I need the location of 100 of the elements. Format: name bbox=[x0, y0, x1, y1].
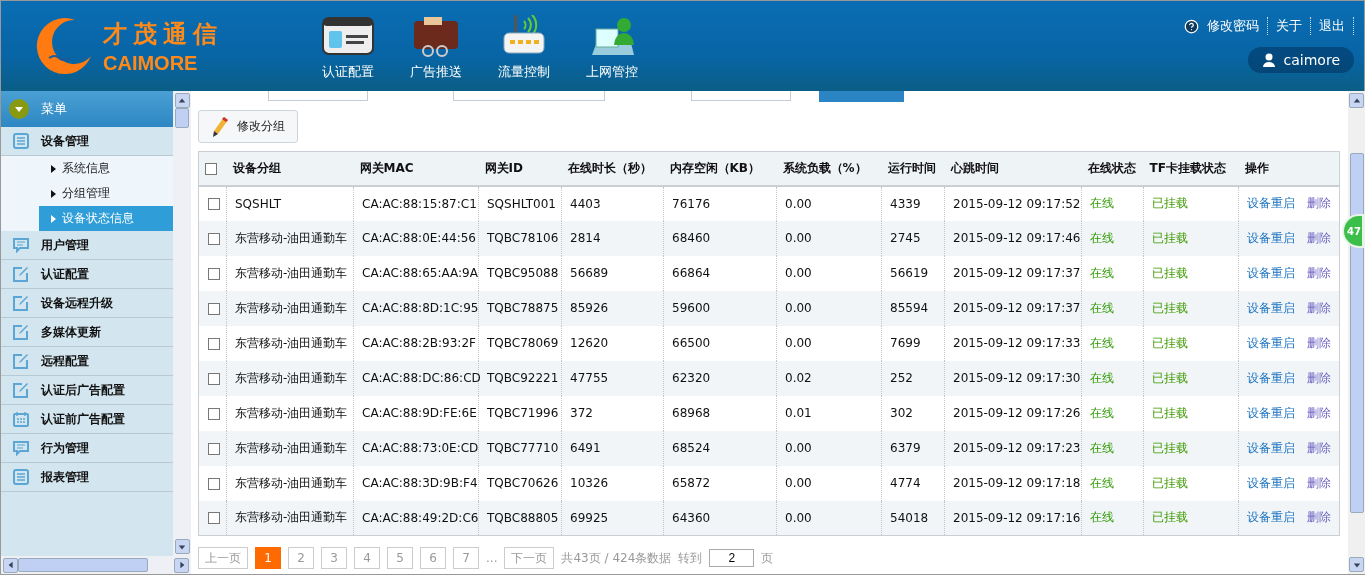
row-checkbox[interactable] bbox=[208, 337, 220, 350]
table-cell: 64360 bbox=[663, 500, 777, 536]
scroll-arrow-button[interactable] bbox=[3, 557, 18, 573]
table-cell: 2015-09-12 09:17:18 bbox=[944, 465, 1082, 501]
page-summary: 共43页 / 424条数据 bbox=[561, 549, 672, 567]
action-link[interactable]: 设备重启 bbox=[1247, 440, 1295, 455]
table-cell: 54018 bbox=[881, 500, 945, 536]
page-button[interactable]: 4 bbox=[354, 547, 380, 569]
scroll-arrow-button[interactable] bbox=[1349, 93, 1364, 108]
action-link[interactable]: 删除 bbox=[1307, 335, 1331, 350]
scrollbar[interactable] bbox=[1, 556, 191, 574]
menu-item[interactable]: 认证前广告配置 bbox=[1, 405, 173, 434]
nav-item[interactable]: 上网管控 bbox=[579, 15, 645, 91]
action-link[interactable]: 删除 bbox=[1307, 440, 1331, 455]
filter-field[interactable] bbox=[453, 91, 605, 101]
edit-group-button[interactable]: 修改分组 bbox=[198, 110, 298, 143]
action-link[interactable]: 设备重启 bbox=[1247, 196, 1295, 210]
scroll-arrow-button[interactable] bbox=[1349, 557, 1364, 572]
table-cell: TQBC78106 bbox=[478, 220, 562, 256]
nav-item[interactable]: 认证配置 bbox=[315, 15, 381, 91]
list-icon bbox=[13, 133, 29, 149]
table-cell: 在线 bbox=[1081, 395, 1144, 431]
menu-item[interactable]: 远程配置 bbox=[1, 347, 173, 376]
table-cell: 2814 bbox=[561, 220, 664, 256]
goto-page-field[interactable]: 2 bbox=[709, 549, 755, 567]
action-link[interactable]: 删除 bbox=[1307, 405, 1331, 420]
header-link[interactable]: 关于 bbox=[1268, 17, 1311, 35]
scroll-thumb[interactable] bbox=[175, 108, 189, 128]
next-page-button[interactable]: 下一页 bbox=[504, 547, 555, 569]
filter-field[interactable] bbox=[691, 91, 791, 101]
row-checkbox[interactable] bbox=[208, 512, 220, 525]
row-checkbox[interactable] bbox=[208, 372, 220, 385]
table-cell: 0.02 bbox=[776, 360, 882, 396]
menu-item[interactable]: 行为管理 bbox=[1, 434, 173, 463]
filter-field[interactable] bbox=[268, 91, 368, 101]
menu-item[interactable]: 用户管理 bbox=[1, 231, 173, 260]
scroll-arrow-button[interactable] bbox=[174, 539, 190, 554]
action-link[interactable]: 删除 bbox=[1307, 230, 1331, 245]
menu-item[interactable]: 认证后广告配置 bbox=[1, 376, 173, 405]
row-checkbox[interactable] bbox=[208, 442, 220, 455]
scrollbar[interactable] bbox=[173, 91, 191, 556]
page-button[interactable]: 5 bbox=[387, 547, 413, 569]
column-header: 操作 bbox=[1238, 151, 1340, 186]
scroll-thumb[interactable] bbox=[18, 558, 148, 572]
row-checkbox[interactable] bbox=[208, 302, 220, 315]
action-link[interactable]: 设备重启 bbox=[1247, 335, 1295, 350]
submenu-item[interactable]: 设备状态信息 bbox=[39, 206, 173, 231]
table-cell: 已挂载 bbox=[1143, 185, 1239, 221]
menu-item[interactable]: 设备远程升级 bbox=[1, 289, 173, 318]
page-button[interactable]: 3 bbox=[321, 547, 347, 569]
menu-item[interactable]: 多媒体更新 bbox=[1, 318, 173, 347]
row-checkbox[interactable] bbox=[208, 267, 220, 280]
scrollbar[interactable] bbox=[1348, 91, 1365, 574]
page-button[interactable]: 7 bbox=[453, 547, 479, 569]
table-cell: 0.00 bbox=[776, 255, 882, 291]
triangle-icon bbox=[6, 561, 15, 569]
submenu-item[interactable]: 分组管理 bbox=[39, 181, 173, 206]
chat-icon bbox=[13, 237, 29, 253]
table-cell: 0.00 bbox=[776, 325, 882, 361]
action-link[interactable]: 设备重启 bbox=[1247, 300, 1295, 315]
submenu-item[interactable]: 系统信息 bbox=[39, 156, 173, 181]
menu-item[interactable]: 认证配置 bbox=[1, 260, 173, 289]
action-link[interactable]: 设备重启 bbox=[1247, 265, 1295, 280]
scroll-arrow-button[interactable] bbox=[174, 93, 190, 108]
table-cell: CA:AC:88:DC:86:CD bbox=[353, 360, 479, 396]
action-link[interactable]: 删除 bbox=[1307, 370, 1331, 385]
action-link[interactable]: 设备重启 bbox=[1247, 510, 1295, 525]
triangle-icon bbox=[178, 96, 186, 105]
action-link[interactable]: 删除 bbox=[1307, 196, 1331, 210]
row-checkbox[interactable] bbox=[208, 477, 220, 490]
page-button[interactable]: 2 bbox=[288, 547, 314, 569]
action-link[interactable]: 设备重启 bbox=[1247, 475, 1295, 490]
action-link[interactable]: 设备重启 bbox=[1247, 370, 1295, 385]
nav-item[interactable]: 流量控制 bbox=[491, 15, 557, 91]
scroll-arrow-button[interactable] bbox=[174, 557, 189, 573]
menu-item[interactable]: 报表管理 bbox=[1, 463, 173, 492]
action-link[interactable]: 删除 bbox=[1307, 265, 1331, 280]
prev-page-button[interactable]: 上一页 bbox=[198, 547, 248, 569]
nav-item[interactable]: 广告推送 bbox=[403, 15, 469, 91]
table-cell: 2015-09-12 09:17:26 bbox=[944, 395, 1082, 431]
logo-text: 才茂通信 bbox=[103, 18, 223, 50]
action-link[interactable]: 删除 bbox=[1307, 300, 1331, 315]
user-badge[interactable]: caimore bbox=[1247, 47, 1354, 73]
table-cell: 东营移动-油田通勤车 bbox=[226, 220, 354, 256]
select-all-checkbox[interactable] bbox=[205, 162, 217, 175]
action-link[interactable]: 设备重启 bbox=[1247, 230, 1295, 245]
column-header: 设备分组 bbox=[226, 151, 354, 186]
scroll-thumb[interactable] bbox=[1349, 152, 1364, 513]
column-header: 内存空闲（KB） bbox=[663, 151, 777, 186]
row-checkbox[interactable] bbox=[208, 407, 220, 420]
header-link[interactable]: 修改密码 bbox=[1199, 17, 1268, 35]
table-cell: 4339 bbox=[881, 185, 945, 221]
action-link[interactable]: 删除 bbox=[1307, 475, 1331, 490]
action-link[interactable]: 删除 bbox=[1307, 510, 1331, 525]
page-button[interactable]: 6 bbox=[420, 547, 446, 569]
ellipsis: ... bbox=[486, 551, 498, 565]
row-checkbox[interactable] bbox=[208, 198, 220, 210]
action-link[interactable]: 设备重启 bbox=[1247, 405, 1295, 420]
header-link[interactable]: 退出 bbox=[1311, 17, 1354, 35]
row-checkbox[interactable] bbox=[208, 232, 220, 245]
